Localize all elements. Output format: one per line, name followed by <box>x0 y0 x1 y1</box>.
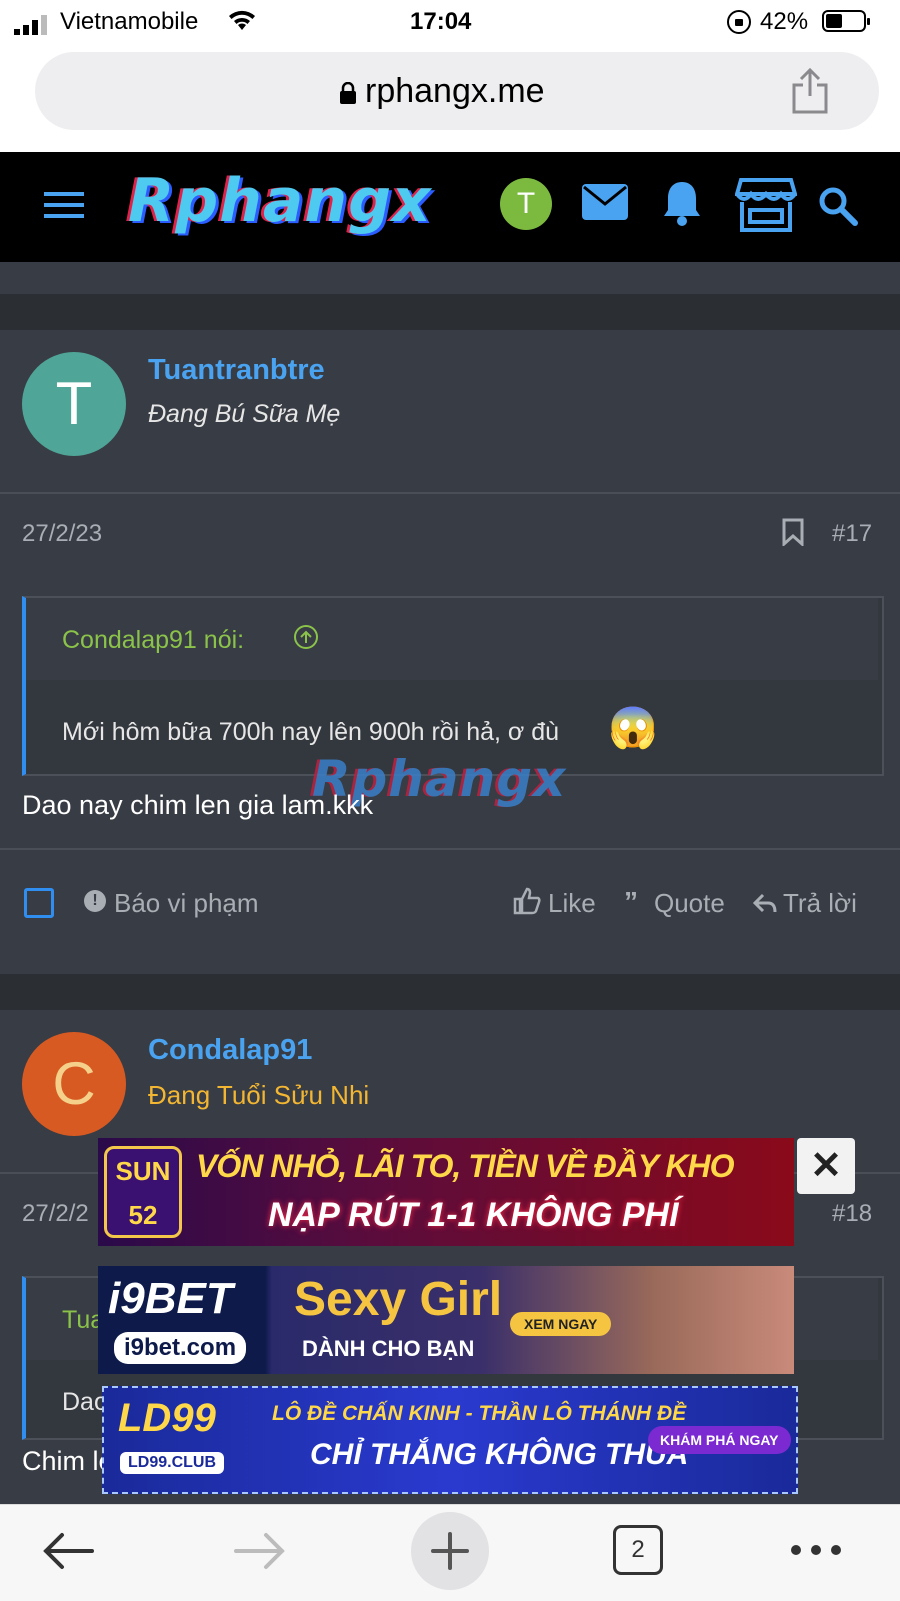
inbox-icon[interactable] <box>582 184 628 225</box>
like-button[interactable]: Like <box>548 888 596 919</box>
ad-brand: SUN 52 <box>104 1146 182 1238</box>
reply-icon <box>752 892 778 921</box>
ad-banner-sun52[interactable]: SUN 52 VỐN NHỎ, LÃI TO, TIỀN VỀ ĐẦY KHO … <box>98 1138 794 1246</box>
post-divider <box>0 848 900 850</box>
page-gap-divider <box>0 294 900 330</box>
new-tab-button[interactable] <box>411 1512 489 1590</box>
signal-icon <box>14 14 54 35</box>
user-avatar-initial: T <box>516 187 536 220</box>
tabs-button[interactable]: 2 <box>613 1525 663 1575</box>
ad-domain: LD99.CLUB <box>120 1452 225 1474</box>
post-date[interactable]: 27/2/2 <box>22 1200 89 1228</box>
lock-icon <box>340 81 356 109</box>
like-icon <box>512 886 542 921</box>
battery-icon <box>822 10 870 32</box>
ad-banner-i9bet[interactable]: i9BET i9bet.com Sexy Girl DÀNH CHO BẠN X… <box>98 1266 794 1374</box>
ad-line2: DÀNH CHO BẠN <box>302 1336 475 1361</box>
avatar[interactable]: T <box>22 352 126 456</box>
forward-icon[interactable] <box>234 1531 286 1576</box>
ad-close-button[interactable]: ✕ <box>797 1138 855 1194</box>
menu-icon[interactable] <box>44 190 84 220</box>
back-icon[interactable] <box>42 1531 94 1576</box>
ad-domain: i9bet.com <box>114 1332 247 1364</box>
reply-button[interactable]: Trả lời <box>783 888 857 919</box>
quote-button[interactable]: Quote <box>654 888 725 919</box>
user-title: Đang Tuổi Sửu Nhi <box>148 1080 370 1110</box>
jump-to-quote-icon[interactable] <box>294 625 318 649</box>
post-body: Dao nay chim len gia lam.kkk <box>22 790 374 820</box>
report-icon: ! <box>84 890 106 912</box>
quote-text: Mới hôm bữa 700h nay lên 900h rồi hả, ơ … <box>62 718 560 746</box>
username-link[interactable]: Tuantranbtre <box>148 354 325 387</box>
quote-author[interactable]: Condalap91 nói: <box>62 626 244 655</box>
ad-cta: KHÁM PHÁ NGAY <box>648 1426 791 1454</box>
url-text: rphangx.me <box>365 72 545 110</box>
avatar-initial: C <box>52 1050 96 1117</box>
browser-url-bar: rphangx.me <box>0 46 900 152</box>
report-button[interactable]: Báo vi phạm <box>114 888 259 919</box>
ad-brand: LD99 <box>118 1396 216 1440</box>
share-icon[interactable] <box>790 67 830 119</box>
user-avatar[interactable]: T <box>500 178 552 230</box>
select-checkbox[interactable] <box>24 888 54 918</box>
avatar-initial: T <box>55 370 93 437</box>
quote-text: Dao <box>62 1388 108 1416</box>
ad-line1: Sexy Girl <box>294 1273 503 1326</box>
more-icon[interactable] <box>790 1543 842 1562</box>
ad-line2: CHỈ THẮNG KHÔNG THUA <box>310 1438 689 1471</box>
bell-icon[interactable] <box>662 180 702 231</box>
carrier-label: Vietnamobile <box>60 8 199 35</box>
close-icon: ✕ <box>810 1145 842 1187</box>
tab-count: 2 <box>631 1536 645 1563</box>
browser-toolbar: 2 <box>0 1504 900 1601</box>
battery-percent: 42% <box>760 8 809 35</box>
quote-block: Condalap91 nói: Mới hôm bữa 700h nay lên… <box>22 596 884 776</box>
address-field[interactable]: rphangx.me <box>35 52 879 130</box>
ad-line1: VỐN NHỎ, LÃI TO, TIỀN VỀ ĐẦY KHO <box>196 1148 735 1184</box>
ad-cta: XEM NGAY <box>510 1312 612 1336</box>
bookmark-icon[interactable] <box>782 518 804 551</box>
clock: 17:04 <box>410 8 472 35</box>
post-17: T Tuantranbtre Đang Bú Sữa Mẹ 27/2/23 #1… <box>0 330 900 974</box>
ad-line1: LÔ ĐỀ CHẤN KINH - THẦN LÔ THÁNH ĐỀ <box>272 1402 687 1425</box>
ad-brand: i9BET <box>108 1274 233 1323</box>
post-divider <box>0 492 900 494</box>
wifi-icon <box>226 8 258 39</box>
plus-icon <box>431 1532 469 1570</box>
post-number[interactable]: #17 <box>832 520 872 548</box>
site-header: Rphangx T <box>0 152 900 262</box>
ad-banner-ld99[interactable]: LD99 LD99.CLUB LÔ ĐỀ CHẤN KINH - THẦN LÔ… <box>102 1386 798 1494</box>
quote-icon: ” <box>624 886 638 917</box>
username-link[interactable]: Condalap91 <box>148 1034 312 1067</box>
status-bar: Vietnamobile 17:04 42% <box>0 0 900 46</box>
site-logo[interactable]: Rphangx <box>128 166 432 236</box>
shocked-emoji-icon: 😱 <box>608 706 658 750</box>
page-gap <box>0 262 900 294</box>
orientation-lock-icon <box>727 10 751 34</box>
post-gap <box>0 974 900 1010</box>
store-icon[interactable] <box>734 178 798 237</box>
user-title: Đang Bú Sữa Mẹ <box>148 400 341 428</box>
post-date[interactable]: 27/2/23 <box>22 520 102 548</box>
avatar[interactable]: C <box>22 1032 126 1136</box>
search-icon[interactable] <box>818 186 858 231</box>
post-number[interactable]: #18 <box>832 1200 872 1228</box>
ad-line2: NẠP RÚT 1-1 KHÔNG PHÍ <box>268 1196 679 1234</box>
